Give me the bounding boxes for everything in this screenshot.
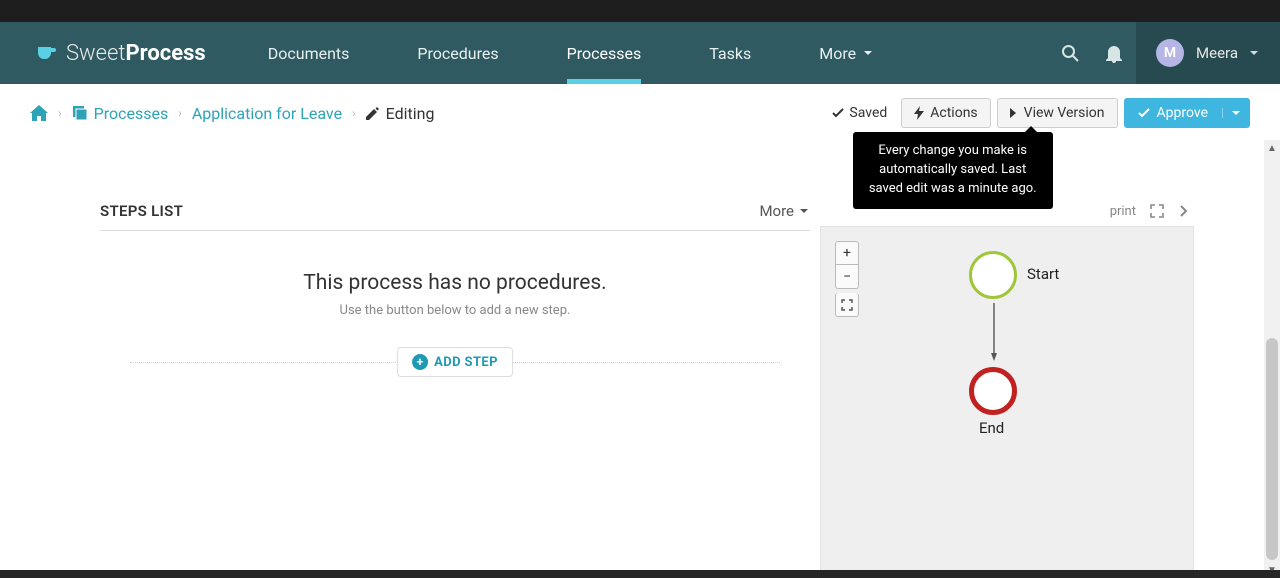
top-navigation: SweetProcess Documents Procedures Proces… [0,22,1280,84]
browser-chrome-top [0,0,1280,22]
chevron-right-icon: › [178,106,182,120]
chevron-down-icon [798,205,810,217]
add-step-label: ADD STEP [434,355,498,370]
end-node[interactable]: End [969,367,1017,415]
saved-tooltip: Every change you make is automatically s… [853,132,1053,209]
chevron-right-icon: › [58,106,62,120]
actions-button[interactable]: Actions [901,98,990,128]
brand-thin: Sweet [66,41,125,66]
empty-state: This process has no procedures. Use the … [100,231,810,334]
view-version-button[interactable]: View Version [997,98,1118,128]
breadcrumb-processes[interactable]: Processes [94,104,169,123]
breadcrumb-editing: Editing [386,104,435,123]
browser-chrome-bottom [0,570,1280,578]
nav-tasks[interactable]: Tasks [675,22,785,84]
approve-dropdown[interactable] [1222,108,1241,118]
content-area: STEPS LIST More This process has no proc… [0,142,1280,578]
steps-more-menu[interactable]: More [759,202,810,220]
nav-procedures[interactable]: Procedures [383,22,532,84]
zoom-in-button[interactable]: + [835,241,859,265]
zoom-controls: + − [835,241,859,317]
nav-label: More [819,44,856,63]
nav-label: Processes [567,44,642,63]
zoom-out-button[interactable]: − [835,265,859,289]
end-label: End [979,419,1004,437]
search-icon[interactable] [1048,22,1092,84]
nav-items: Documents Procedures Processes Tasks Mor… [234,22,908,84]
scroll-thumb[interactable] [1266,338,1278,560]
avatar: M [1156,39,1184,67]
add-step-divider: + ADD STEP [130,362,780,363]
user-menu[interactable]: M Meera [1136,22,1280,84]
add-step-button[interactable]: + ADD STEP [397,347,513,377]
start-node[interactable]: Start [969,251,1017,299]
start-circle [969,251,1017,299]
fullscreen-button[interactable] [835,293,859,317]
steps-header: STEPS LIST More [100,202,810,231]
canvas-wrap: print + − Start [820,196,1194,578]
brand-logo[interactable]: SweetProcess [0,41,234,66]
steps-column: STEPS LIST More This process has no proc… [0,142,810,578]
steps-title: STEPS LIST [100,202,183,220]
bolt-icon [914,106,924,120]
pencil-icon [366,106,380,120]
empty-subtitle: Use the button below to add a new step. [100,303,810,318]
caret-right-icon [1010,108,1018,118]
more-label: More [759,202,794,220]
cup-icon [36,44,58,62]
start-label: Start [1027,265,1059,283]
plus-circle-icon: + [412,354,428,370]
toolbar-actions: Saved Actions View Version Approve Every… [831,98,1250,128]
btn-label: Actions [930,105,977,121]
check-icon [1137,106,1151,120]
approve-button[interactable]: Approve [1124,98,1250,128]
nav-label: Documents [268,44,350,63]
saved-indicator: Saved [831,105,887,121]
print-link[interactable]: print [1110,204,1136,219]
nav-label: Tasks [709,44,751,63]
chevron-right-icon: › [352,106,356,120]
flow-canvas[interactable]: + − Start End [820,226,1194,578]
breadcrumb-bar: › Processes › Application for Leave › Ed… [0,84,1280,142]
breadcrumb-application[interactable]: Application for Leave [192,104,342,123]
user-name: Meera [1196,44,1238,62]
bell-icon[interactable] [1092,22,1136,84]
vertical-scrollbar[interactable]: ▲ ▼ [1264,140,1280,578]
btn-label: Approve [1157,105,1208,121]
expand-icon[interactable] [1150,204,1164,218]
scroll-up-arrow[interactable]: ▲ [1264,140,1280,156]
nav-right: M Meera [1048,22,1280,84]
home-icon[interactable] [30,105,48,121]
end-circle [969,367,1017,415]
avatar-initial: M [1164,45,1176,61]
nav-documents[interactable]: Documents [234,22,384,84]
empty-title: This process has no procedures. [100,271,810,295]
nav-more[interactable]: More [785,22,908,84]
chevron-down-icon [1248,47,1260,59]
check-icon [831,106,845,120]
nav-label: Procedures [417,44,498,63]
flow-arrow [991,303,997,363]
saved-label: Saved [849,105,887,121]
nav-processes[interactable]: Processes [533,22,676,84]
stack-icon [72,105,88,121]
btn-label: View Version [1024,105,1105,121]
chevron-down-icon [862,47,874,59]
brand-bold: Process [125,41,205,66]
chevron-right-icon[interactable] [1178,204,1188,218]
